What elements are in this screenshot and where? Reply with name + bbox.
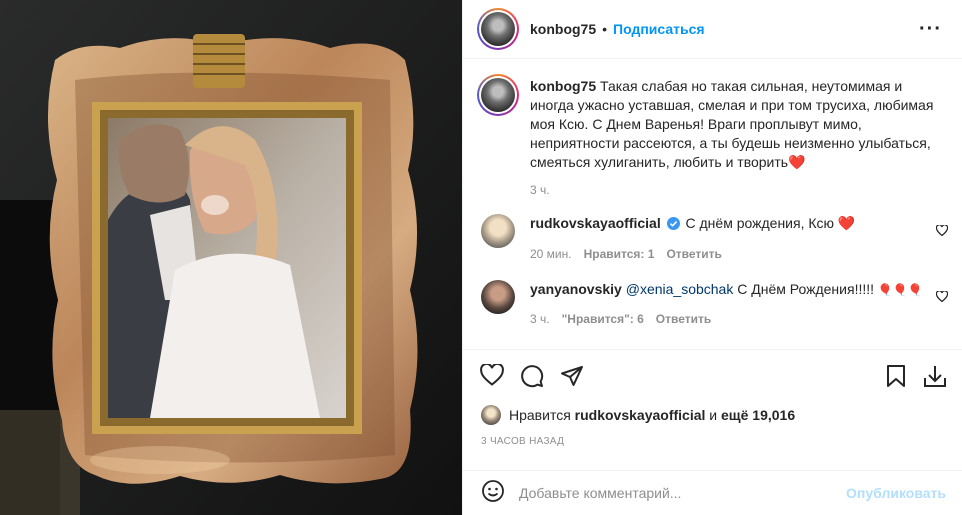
- action-bar: [463, 349, 962, 405]
- post-panel: konbog75 • Подписаться ··· konbog75 Така…: [462, 0, 962, 515]
- post-header: konbog75 • Подписаться ···: [463, 0, 962, 59]
- comment-text: С Днём Рождения!!!!!: [737, 281, 875, 297]
- heart-icon[interactable]: [480, 362, 504, 391]
- likes-summary: Нравится rudkovskayaofficial и ещё 19,01…: [481, 405, 795, 425]
- share-icon[interactable]: [560, 364, 584, 393]
- author-avatar[interactable]: [477, 8, 519, 50]
- liker-avatar[interactable]: [481, 405, 501, 425]
- comments-list[interactable]: konbog75 Такая слабая но такая сильная, …: [463, 60, 962, 348]
- comment-row: rudkovskayaofficial С днём рождения, Ксю…: [463, 214, 962, 264]
- caption-username[interactable]: konbog75: [530, 78, 596, 94]
- like-comment-heart-icon[interactable]: [935, 224, 949, 239]
- comment-likes[interactable]: "Нравится": 6: [562, 310, 644, 329]
- more-options-icon[interactable]: ···: [919, 18, 942, 41]
- separator-dot: •: [602, 21, 608, 37]
- commenter-avatar[interactable]: [481, 214, 515, 248]
- commenter-username[interactable]: yanyanovskiy: [530, 281, 622, 297]
- comment-input[interactable]: [519, 485, 839, 501]
- publish-button[interactable]: Опубликовать: [846, 485, 946, 501]
- caption-time[interactable]: 3 ч.: [530, 181, 550, 200]
- post-photo[interactable]: [0, 0, 462, 515]
- comment-composer: Опубликовать: [463, 470, 962, 515]
- comment-text: С днём рождения, Ксю: [685, 215, 835, 231]
- comment-row: yanyanovskiy @xenia_sobchak С Днём Рожде…: [463, 280, 962, 329]
- likes-and: и: [709, 407, 718, 423]
- follow-button[interactable]: Подписаться: [613, 21, 705, 37]
- post-timestamp[interactable]: 3 ЧАСОВ НАЗАД: [481, 436, 564, 447]
- mention-link[interactable]: @xenia_sobchak: [626, 281, 734, 297]
- caption-avatar[interactable]: [477, 74, 519, 116]
- comment-icon[interactable]: [520, 364, 544, 393]
- caption-row: konbog75 Такая слабая но такая сильная, …: [463, 74, 962, 200]
- commenter-username[interactable]: rudkovskayaofficial: [530, 215, 661, 231]
- red-heart-emoji: ❤️: [837, 215, 856, 231]
- reply-button[interactable]: Ответить: [666, 245, 721, 264]
- verified-badge-icon: [666, 216, 680, 235]
- balloon-emoji: 🎈🎈🎈: [877, 283, 923, 297]
- emoji-icon[interactable]: [481, 479, 505, 508]
- author-username[interactable]: konbog75: [530, 21, 596, 37]
- liker-username[interactable]: rudkovskayaofficial: [575, 407, 706, 423]
- comment-likes[interactable]: Нравится: 1: [584, 245, 655, 264]
- download-icon[interactable]: [923, 364, 947, 393]
- red-heart-emoji: ❤️: [788, 154, 806, 170]
- likes-prefix: Нравится: [509, 407, 571, 423]
- bookmark-icon[interactable]: [885, 364, 907, 393]
- commenter-avatar[interactable]: [481, 280, 515, 314]
- comment-time[interactable]: 3 ч.: [530, 310, 550, 329]
- comment-time[interactable]: 20 мин.: [530, 245, 572, 264]
- like-comment-heart-icon[interactable]: [935, 290, 949, 305]
- framed-photo-image: [0, 0, 462, 515]
- reply-button[interactable]: Ответить: [656, 310, 711, 329]
- likes-count-button[interactable]: ещё 19,016: [721, 407, 795, 423]
